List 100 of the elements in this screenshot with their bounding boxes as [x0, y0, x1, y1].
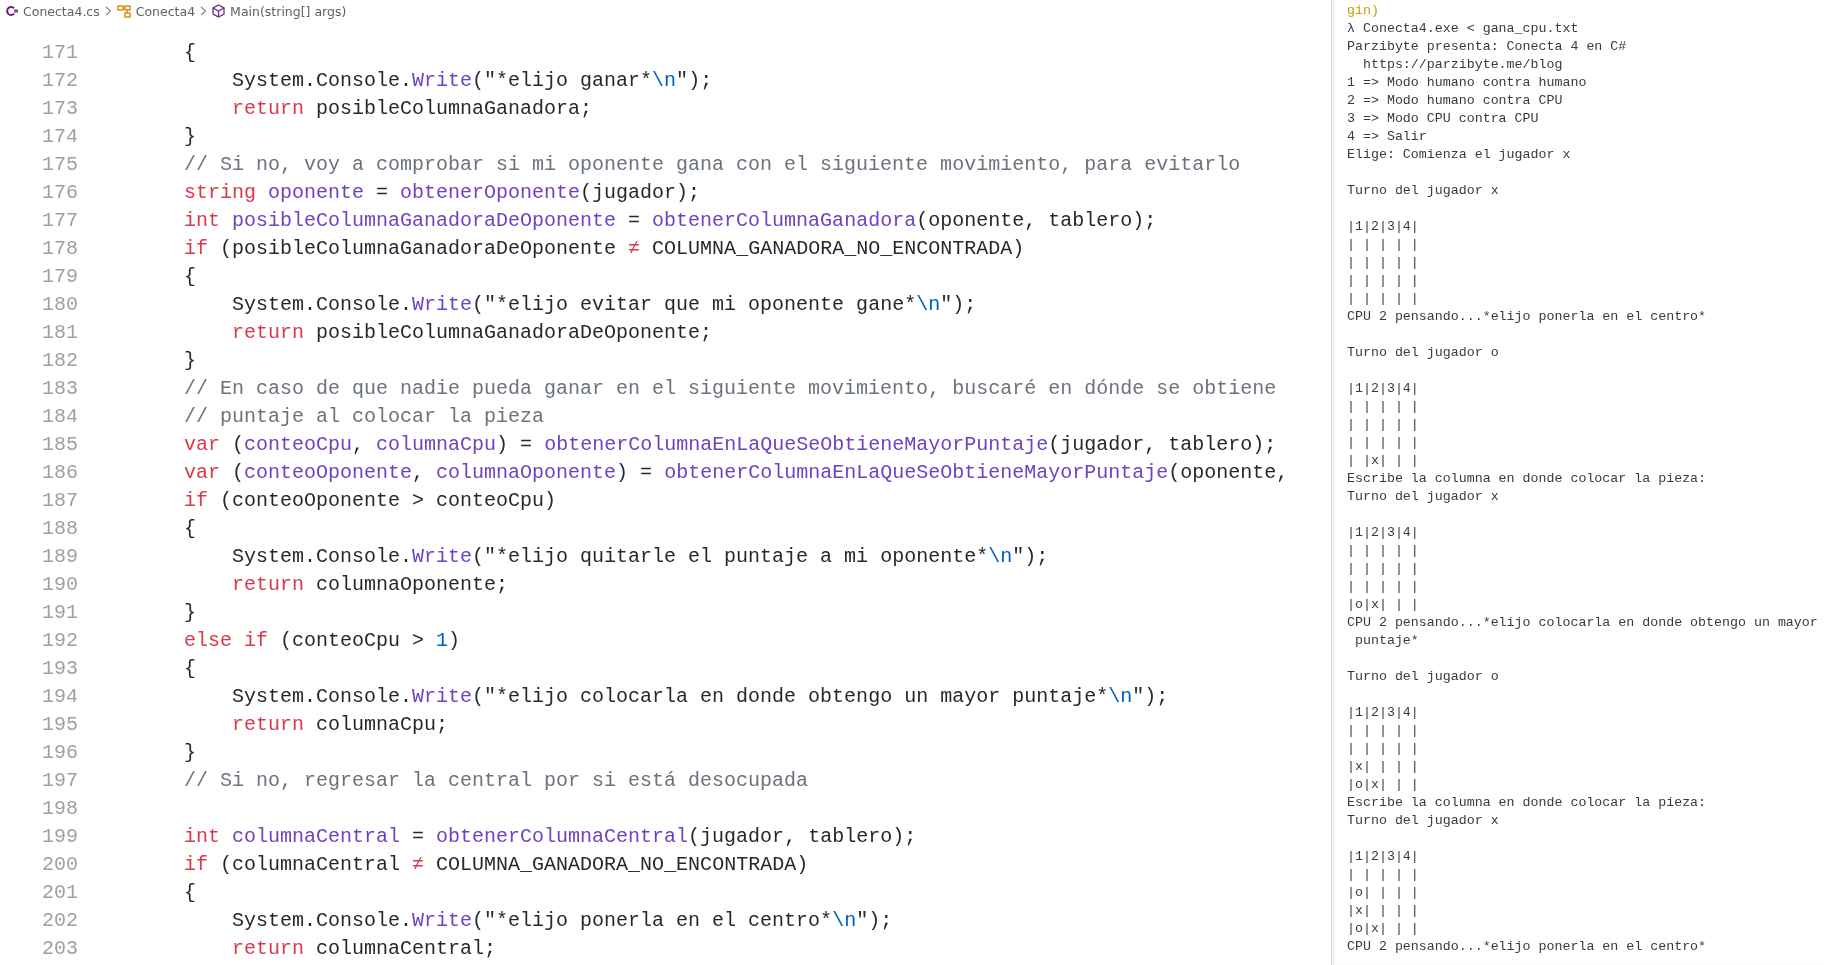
console-line: Turno del jugador o	[1347, 668, 1499, 686]
code-line: return posibleColumnaGanadora;	[232, 96, 593, 120]
console-line: Turno del jugador x	[1347, 812, 1499, 830]
console-line: | | | | |	[1347, 416, 1419, 434]
code-line: // Si no, regresar la central por si está desocupada	[184, 768, 809, 792]
code-line: return posibleColumnaGanadoraDeOponente;	[232, 320, 713, 344]
console-line: |o|x| | |	[1347, 596, 1419, 614]
console-line: Turno del jugador o	[1347, 344, 1499, 362]
line-number: 181	[41, 320, 78, 344]
breadcrumb-item[interactable]: Main(string[] args)	[230, 3, 347, 19]
code-line: return columnaCentral;	[232, 936, 497, 960]
console-line: https://parzibyte.me/blog	[1361, 56, 1563, 74]
code-line: }	[184, 348, 196, 372]
code-line: var (conteoOponente, columnaOponente) = obtenerColumnaEnLaQueSeObtieneMayorPuntaje(oponente,	[184, 460, 1289, 484]
console-line: Turno del jugador x	[1347, 182, 1499, 200]
console-line: 3 => Modo CPU contra CPU	[1347, 110, 1539, 128]
line-number: 174	[41, 124, 78, 148]
code-line: System.Console.Write("*elijo ganar*\n");	[232, 68, 713, 92]
line-number: 180	[41, 292, 78, 316]
code-line: System.Console.Write("*elijo ponerla en el centro*\n");	[232, 908, 893, 932]
line-number: 176	[41, 180, 78, 204]
code-line: return columnaCpu;	[232, 712, 449, 736]
console-line: CPU 2 pensando...*elijo colocarla en donde obtengo un mayor	[1347, 614, 1818, 632]
code-line: {	[184, 656, 196, 680]
console-line: 4 => Salir	[1347, 128, 1427, 146]
code-line: if (posibleColumnaGanadoraDeOponente ≠ COLUMNA_GANADORA_NO_ENCONTRADA)	[184, 236, 1025, 260]
console-line: |o|x| | |	[1347, 920, 1419, 938]
line-number: 195	[41, 712, 78, 736]
code-line: return columnaOponente;	[232, 572, 509, 596]
console-line: | | | | |	[1347, 560, 1419, 578]
line-number: 203	[41, 936, 78, 960]
code-line: if (conteoOponente > conteoCpu)	[184, 488, 557, 512]
console-line: Turno del jugador x	[1347, 488, 1499, 506]
console-line: | | | | |	[1347, 722, 1419, 740]
console-line: | | | | |	[1347, 236, 1419, 254]
code-line: {	[184, 516, 196, 540]
line-number: 173	[41, 96, 78, 120]
console-line: Elige: Comienza el jugador x	[1347, 146, 1571, 164]
line-number: 199	[41, 824, 78, 848]
console-line: |1|2|3|4|	[1347, 524, 1419, 542]
line-number: 177	[41, 208, 78, 232]
code-line: {	[184, 264, 196, 288]
code-line: // Si no, voy a comprobar si mi oponente gana con el siguiente movimiento, para evitarlo	[184, 152, 1241, 176]
console-line: | | | | |	[1347, 578, 1419, 596]
console-line: |o| | | |	[1347, 884, 1419, 902]
line-number: 191	[41, 600, 78, 624]
console-line: gin)	[1347, 2, 1379, 20]
line-number: 201	[41, 880, 78, 904]
line-number: 185	[41, 432, 78, 456]
console-line: CPU 2 pensando...*elijo ponerla en el centro*	[1347, 308, 1707, 326]
line-number: 202	[41, 908, 78, 932]
line-number: 197	[41, 768, 78, 792]
line-number: 186	[41, 460, 78, 484]
code-line: // puntaje al colocar la pieza	[184, 404, 545, 428]
code-line: System.Console.Write("*elijo colocarla en donde obtengo un mayor puntaje*\n");	[232, 684, 1169, 708]
console-line: | | | | |	[1347, 254, 1419, 272]
code-line: }	[184, 740, 196, 764]
line-number: 193	[41, 656, 78, 680]
console-line: | | | | |	[1347, 398, 1419, 416]
breadcrumb-item[interactable]: Conecta4.cs	[23, 3, 100, 19]
console-line: λ Conecta4.exe < gana_cpu.txt	[1347, 20, 1579, 38]
line-number: 187	[41, 488, 78, 512]
console-line: Escribe la columna en donde colocar la pieza:	[1347, 470, 1707, 488]
line-number: 194	[41, 684, 78, 708]
console-line: |1|2|3|4|	[1347, 704, 1419, 722]
code-line: System.Console.Write("*elijo quitarle el puntaje a mi oponente*\n");	[232, 544, 1049, 568]
console-line: 1 => Modo humano contra humano	[1347, 74, 1587, 92]
line-number: 182	[41, 348, 78, 372]
class-icon	[116, 4, 131, 18]
console-line: |x| | | |	[1347, 902, 1419, 920]
line-number: 192	[41, 628, 78, 652]
code-line: System.Console.Write("*elijo evitar que mi oponente gane*\n");	[232, 292, 977, 316]
line-number: 184	[41, 404, 78, 428]
line-number: 198	[41, 796, 78, 820]
line-number: 200	[41, 852, 78, 876]
line-number: 179	[41, 264, 78, 288]
console-line: | | | | |	[1347, 272, 1419, 290]
code-line: int columnaCentral = obtenerColumnaCentral(jugador, tablero);	[184, 824, 917, 848]
console-line: | |x| | |	[1347, 452, 1419, 470]
console-line: | | | | |	[1347, 740, 1419, 758]
console-line: |1|2|3|4|	[1347, 380, 1419, 398]
code-line: {	[184, 880, 196, 904]
console-line: | | | | |	[1347, 290, 1419, 308]
line-number: 188	[41, 516, 78, 540]
line-number: 183	[41, 376, 78, 400]
line-number: 175	[41, 152, 78, 176]
code-line: int posibleColumnaGanadoraDeOponente = obtenerColumnaGanadora(oponente, tablero);	[184, 208, 1157, 232]
console-line: Parzibyte presenta: Conecta 4 en C#	[1347, 38, 1627, 56]
console-line: | | | | |	[1347, 542, 1419, 560]
code-line: {	[184, 40, 196, 64]
code-line: if (columnaCentral ≠ COLUMNA_GANADORA_NO_ENCONTRADA)	[184, 852, 809, 876]
code-line: string oponente = obtenerOponente(jugador);	[184, 180, 701, 204]
line-number: 172	[41, 68, 78, 92]
code-line: var (conteoCpu, columnaCpu) = obtenerColumnaEnLaQueSeObtieneMayorPuntaje(jugador, tablero);	[184, 432, 1277, 456]
console-line: | | | | |	[1347, 866, 1419, 884]
line-number: 196	[41, 740, 78, 764]
breadcrumb-item[interactable]: Conecta4	[135, 3, 196, 19]
console-line: 2 => Modo humano contra CPU	[1347, 92, 1563, 110]
console-line: CPU 2 pensando...*elijo ponerla en el centro*	[1347, 938, 1707, 956]
console-line: Escribe la columna en donde colocar la pieza:	[1347, 794, 1707, 812]
